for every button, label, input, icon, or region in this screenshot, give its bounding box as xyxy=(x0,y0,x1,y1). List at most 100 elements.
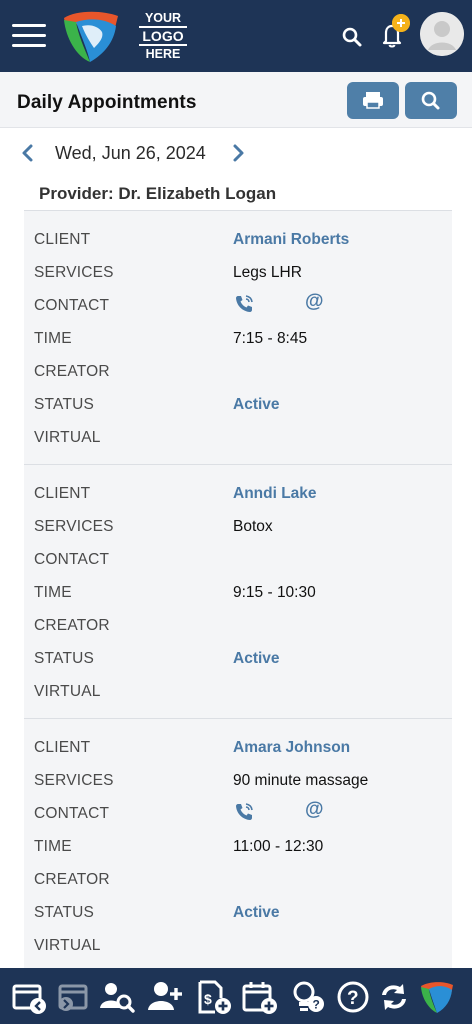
client-name-link[interactable]: Armani Roberts xyxy=(233,231,349,249)
virtual-label: VIRTUAL xyxy=(34,429,101,446)
time-label: TIME xyxy=(34,584,72,601)
contact-actions: @ xyxy=(233,291,353,317)
search-icon[interactable] xyxy=(341,26,363,48)
creator-row: CREATOR xyxy=(34,357,444,385)
contact-row: CONTACT xyxy=(34,545,444,573)
status-value: Active xyxy=(233,650,280,667)
status-value: Active xyxy=(233,396,280,413)
app-logo-icon[interactable] xyxy=(418,978,456,1016)
services-label: SERVICES xyxy=(34,518,114,535)
virtual-row: VIRTUAL xyxy=(34,677,444,705)
virtual-row: VIRTUAL xyxy=(34,423,444,451)
appointment-card[interactable]: CLIENT Anndi Lake SERVICES Botox CONTACT… xyxy=(24,464,452,718)
services-label: SERVICES xyxy=(34,772,114,789)
services-row: SERVICES 90 minute massage xyxy=(34,766,444,794)
avatar-silhouette-icon xyxy=(420,12,464,56)
services-row: SERVICES Legs LHR xyxy=(34,258,444,286)
creator-label: CREATOR xyxy=(34,871,110,888)
contact-row: CONTACT @ xyxy=(34,799,444,827)
logo-line-1: YOUR xyxy=(144,11,182,25)
top-bar: YOUR LOGO HERE xyxy=(0,0,472,72)
time-label: TIME xyxy=(34,838,72,855)
status-row: STATUS Active xyxy=(34,644,444,672)
search-appointments-button[interactable] xyxy=(405,82,457,119)
client-label: CLIENT xyxy=(34,485,91,502)
client-label: CLIENT xyxy=(34,739,91,756)
client-search-icon[interactable] xyxy=(98,978,136,1016)
time-row: TIME 9:15 - 10:30 xyxy=(34,578,444,606)
print-button[interactable] xyxy=(347,82,399,119)
logo-line-3: HERE xyxy=(145,47,181,61)
current-date[interactable]: Wed, Jun 26, 2024 xyxy=(55,143,206,164)
time-value: 7:15 - 8:45 xyxy=(233,330,308,347)
menu-icon[interactable] xyxy=(12,24,46,48)
add-appointment-icon[interactable] xyxy=(241,978,279,1016)
status-row: STATUS Active xyxy=(34,898,444,926)
client-row: CLIENT Armani Roberts xyxy=(34,225,444,253)
services-value: Legs LHR xyxy=(233,264,302,281)
svg-text:?: ? xyxy=(347,988,359,1009)
svg-text:$: $ xyxy=(204,991,212,1007)
appointment-card[interactable]: CLIENT Armani Roberts SERVICES Legs LHR … xyxy=(24,210,452,464)
ideas-icon[interactable]: ? xyxy=(288,978,326,1016)
time-value: 9:15 - 10:30 xyxy=(233,584,316,601)
app-root: YOUR LOGO HERE Daily Appointments Wed, J… xyxy=(0,0,472,1024)
creator-label: CREATOR xyxy=(34,617,110,634)
phone-icon[interactable] xyxy=(233,293,255,315)
appointment-card[interactable]: CLIENT Amara Johnson SERVICES 90 minute … xyxy=(24,718,452,972)
svg-text:?: ? xyxy=(313,998,320,1012)
avatar[interactable] xyxy=(420,12,464,56)
check-in-icon[interactable] xyxy=(54,978,92,1016)
time-row: TIME 11:00 - 12:30 xyxy=(34,832,444,860)
bottom-nav: $ ? ? xyxy=(0,968,472,1024)
contact-row: CONTACT @ xyxy=(34,291,444,319)
search-icon xyxy=(421,91,440,110)
creator-row: CREATOR xyxy=(34,865,444,893)
client-name-link[interactable]: Amara Johnson xyxy=(233,739,350,757)
add-client-icon[interactable] xyxy=(146,978,184,1016)
status-label: STATUS xyxy=(34,904,95,921)
email-icon[interactable]: @ xyxy=(305,799,327,821)
status-row: STATUS Active xyxy=(34,390,444,418)
app-logo-icon[interactable] xyxy=(60,8,122,64)
creator-row: CREATOR xyxy=(34,611,444,639)
contact-label: CONTACT xyxy=(34,551,110,568)
appointment-list: CLIENT Armani Roberts SERVICES Legs LHR … xyxy=(24,210,452,972)
contact-label: CONTACT xyxy=(34,297,110,314)
client-row: CLIENT Amara Johnson xyxy=(34,733,444,761)
creator-label: CREATOR xyxy=(34,363,110,380)
services-label: SERVICES xyxy=(34,264,114,281)
sync-icon[interactable] xyxy=(375,978,413,1016)
contact-actions: @ xyxy=(233,799,353,825)
services-value: Botox xyxy=(233,518,273,535)
email-icon[interactable]: @ xyxy=(305,291,327,313)
date-navigator: Wed, Jun 26, 2024 xyxy=(0,136,472,170)
time-label: TIME xyxy=(34,330,72,347)
print-icon xyxy=(363,92,383,109)
title-bar: Daily Appointments xyxy=(0,72,472,128)
virtual-row: VIRTUAL xyxy=(34,931,444,959)
virtual-label: VIRTUAL xyxy=(34,937,101,954)
page-title: Daily Appointments xyxy=(17,92,197,113)
help-icon[interactable]: ? xyxy=(334,978,372,1016)
time-value: 11:00 - 12:30 xyxy=(233,838,324,855)
check-out-icon[interactable] xyxy=(10,978,48,1016)
add-invoice-icon[interactable]: $ xyxy=(195,978,233,1016)
status-label: STATUS xyxy=(34,650,95,667)
chevron-right-icon[interactable] xyxy=(228,142,248,164)
chevron-left-icon[interactable] xyxy=(18,142,38,164)
client-label: CLIENT xyxy=(34,231,91,248)
provider-name: Provider: Dr. Elizabeth Logan xyxy=(39,184,277,203)
brand-placeholder-logo: YOUR LOGO HERE xyxy=(138,10,188,62)
logo-line-2: LOGO xyxy=(139,26,187,46)
virtual-label: VIRTUAL xyxy=(34,683,101,700)
services-value: 90 minute massage xyxy=(233,772,369,789)
status-value: Active xyxy=(233,904,280,921)
contact-label: CONTACT xyxy=(34,805,110,822)
phone-icon[interactable] xyxy=(233,801,255,823)
services-row: SERVICES Botox xyxy=(34,512,444,540)
notification-badge[interactable] xyxy=(392,14,410,32)
time-row: TIME 7:15 - 8:45 xyxy=(34,324,444,352)
client-name-link[interactable]: Anndi Lake xyxy=(233,485,317,503)
status-label: STATUS xyxy=(34,396,95,413)
